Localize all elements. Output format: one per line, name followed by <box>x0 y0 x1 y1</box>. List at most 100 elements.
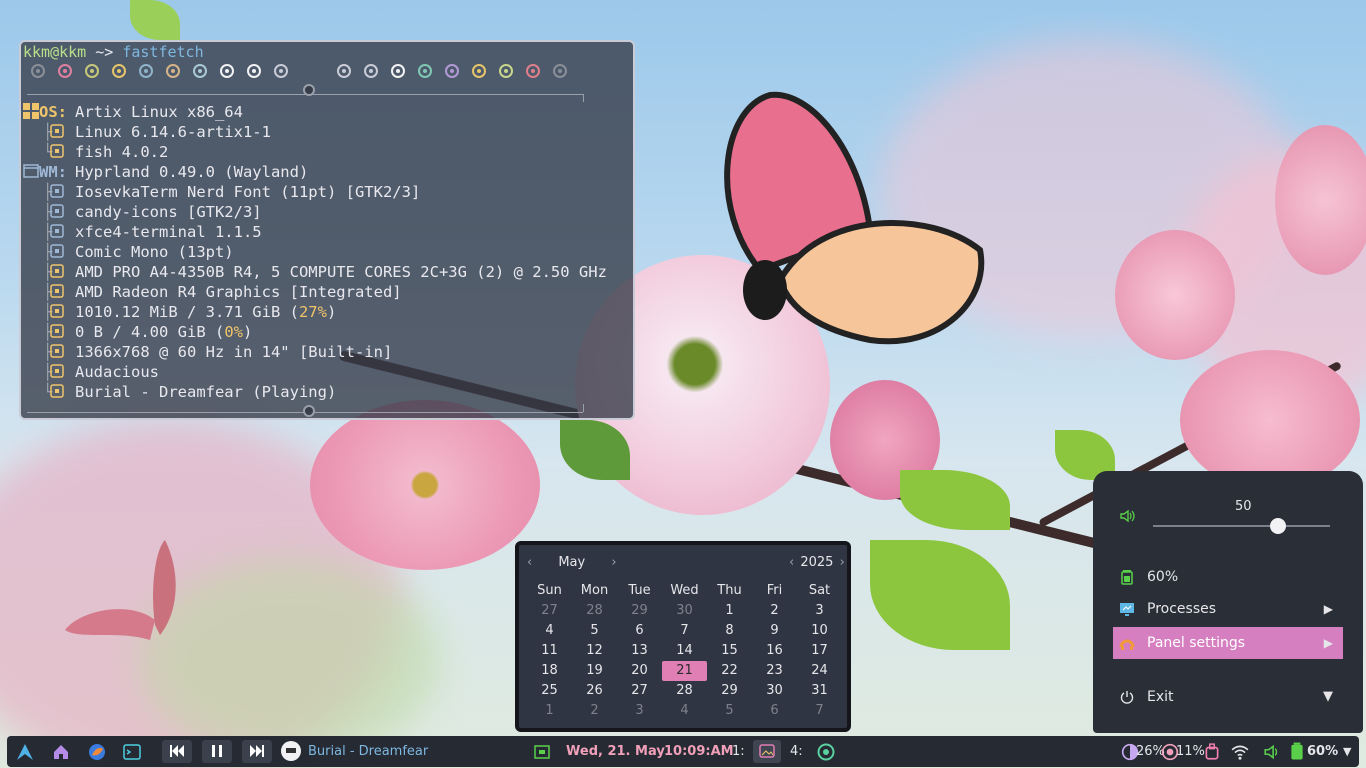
terminal-window[interactable]: kkm@kkm ~> fastfetch OS: Artix Linux x86_… <box>19 40 635 420</box>
calendar-day[interactable]: 25 <box>527 681 572 701</box>
volume-value: 50 <box>1235 499 1252 514</box>
weekday-header: Thu <box>717 583 742 598</box>
fastfetch-value-text: AMD PRO A4-4350B R4, 5 COMPUTE CORES 2C+… <box>75 263 607 281</box>
calendar-day[interactable]: 29 <box>617 601 662 621</box>
battery-icon[interactable] <box>1288 742 1306 760</box>
fastfetch-value-text: Artix Linux x86_64 <box>75 103 243 121</box>
calendar-day[interactable]: 22 <box>707 661 752 681</box>
clock-label[interactable]: 10:09:AM <box>664 736 734 767</box>
fastfetch-value-text: xfce4-terminal 1.1.5 <box>75 223 262 241</box>
fastfetch-row: ├ AMD Radeon R4 Graphics [Integrated] <box>21 282 621 302</box>
power-icon <box>1120 691 1134 704</box>
artix-logo-icon[interactable] <box>16 743 34 761</box>
battery-percent: 60% <box>1147 569 1179 585</box>
calendar-day[interactable]: 5 <box>707 701 752 721</box>
fastfetch-value: 1366x768 @ 60 Hz in 14" [Built-in] <box>75 342 392 362</box>
pause-button[interactable] <box>202 740 232 763</box>
calendar-day[interactable]: 8 <box>707 621 752 641</box>
calendar-day[interactable]: 19 <box>572 661 617 681</box>
calendar-day[interactable]: 2 <box>752 601 797 621</box>
audacious-icon[interactable] <box>817 743 835 761</box>
calendar-day[interactable]: 12 <box>572 641 617 661</box>
next-month-icon[interactable]: › <box>611 555 616 570</box>
browser-icon[interactable] <box>88 743 106 761</box>
calendar-day[interactable]: 7 <box>797 701 842 721</box>
volume-slider-handle[interactable] <box>1269 518 1286 534</box>
calendar-day[interactable]: 27 <box>527 601 572 621</box>
calendar-day[interactable]: 7 <box>662 621 707 641</box>
calendar-today[interactable]: 21 <box>662 661 707 681</box>
palette-dot-icon <box>31 64 45 78</box>
menu-item-processes[interactable]: Processes ▶ <box>1113 593 1343 625</box>
palette-dot-icon <box>391 64 405 78</box>
wifi-icon[interactable] <box>1231 743 1249 761</box>
volume-slider[interactable] <box>1153 525 1330 527</box>
calendar-day[interactable]: 2 <box>572 701 617 721</box>
terminal-icon[interactable] <box>123 743 141 761</box>
prev-year-icon[interactable]: ‹ <box>789 555 794 570</box>
calendar-year: 2025 <box>800 555 834 570</box>
screenshot-icon[interactable] <box>533 743 551 761</box>
calendar-day[interactable]: 31 <box>797 681 842 701</box>
tray-menu-chevron-down-icon[interactable]: ▼ <box>1343 736 1351 767</box>
calendar-day[interactable]: 23 <box>752 661 797 681</box>
workspace-1-label[interactable]: 1: <box>732 736 745 767</box>
chevron-down-icon[interactable]: ▼ <box>1323 681 1333 713</box>
workspace-1-window[interactable] <box>753 740 781 763</box>
panel-settings-icon <box>1119 639 1135 650</box>
previous-track-button[interactable] <box>162 740 192 763</box>
home-icon[interactable] <box>52 743 70 761</box>
os-label: OS: <box>39 103 67 121</box>
calendar-day[interactable]: 3 <box>797 601 842 621</box>
calendar-day[interactable]: 28 <box>572 601 617 621</box>
fastfetch-value: Linux 6.14.6-artix1-1 <box>75 122 271 142</box>
fastfetch-value: Hyprland 0.49.0 (Wayland) <box>75 162 308 182</box>
fastfetch-value: 1010.12 MiB / 3.71 GiB (27%) <box>75 302 336 322</box>
calendar-day[interactable]: 9 <box>752 621 797 641</box>
fastfetch-value: AMD Radeon R4 Graphics [Integrated] <box>75 282 402 302</box>
calendar-day[interactable]: 27 <box>617 681 662 701</box>
calendar-day[interactable]: 6 <box>752 701 797 721</box>
calendar-day[interactable]: 15 <box>707 641 752 661</box>
calendar-day[interactable]: 4 <box>527 621 572 641</box>
calendar-day[interactable]: 4 <box>662 701 707 721</box>
calendar-day[interactable]: 14 <box>662 641 707 661</box>
volume-icon[interactable] <box>1263 743 1281 761</box>
menu-item-exit[interactable]: Exit ▼ <box>1113 681 1343 713</box>
calendar-day[interactable]: 30 <box>662 601 707 621</box>
calendar-day[interactable]: 13 <box>617 641 662 661</box>
calendar-day[interactable]: 11 <box>527 641 572 661</box>
calendar-day[interactable]: 28 <box>662 681 707 701</box>
calendar-day[interactable]: 16 <box>752 641 797 661</box>
small-butterfly-image <box>65 540 176 640</box>
now-playing-title[interactable]: Burial - Dreamfear <box>308 736 428 767</box>
date-label[interactable]: Wed, 21. May <box>566 736 665 767</box>
calendar-day[interactable]: 30 <box>752 681 797 701</box>
calendar-day[interactable]: 5 <box>572 621 617 641</box>
calendar-day[interactable]: 1 <box>527 701 572 721</box>
prompt-separator: ~> <box>86 43 123 61</box>
calendar-popup[interactable]: ‹ May › ‹ 2025 › Sun Mon Tue Wed Thu Fri Sat 27… <box>515 541 851 732</box>
palette-dot-icon <box>247 64 261 78</box>
frame-line <box>583 404 584 412</box>
calendar-day[interactable]: 1 <box>707 601 752 621</box>
calendar-day[interactable]: 10 <box>797 621 842 641</box>
calendar-day[interactable]: 29 <box>707 681 752 701</box>
calendar-day[interactable]: 3 <box>617 701 662 721</box>
calendar-day[interactable]: 18 <box>527 661 572 681</box>
panel-menu[interactable]: 50 60% Processes ▶ Panel settings ▶ Exit… <box>1093 471 1363 733</box>
calendar-day[interactable]: 20 <box>617 661 662 681</box>
calendar-day[interactable]: 6 <box>617 621 662 641</box>
prev-month-icon[interactable]: ‹ <box>527 555 532 570</box>
calendar-day[interactable]: 26 <box>572 681 617 701</box>
next-track-button[interactable] <box>242 740 272 763</box>
menu-item-panel-settings[interactable]: Panel settings ▶ <box>1113 627 1343 659</box>
next-year-icon[interactable]: › <box>840 555 845 570</box>
calendar-day[interactable]: 17 <box>797 641 842 661</box>
fastfetch-row: ├ Linux 6.14.6-artix1-1 <box>21 122 621 142</box>
workspace-4-label[interactable]: 4: <box>790 736 803 767</box>
package-icon[interactable] <box>1203 743 1221 761</box>
battery-status: 60% <box>1113 561 1343 593</box>
calendar-day[interactable]: 24 <box>797 661 842 681</box>
fastfetch-value-text: Burial - Dreamfear (Playing) <box>75 383 337 401</box>
